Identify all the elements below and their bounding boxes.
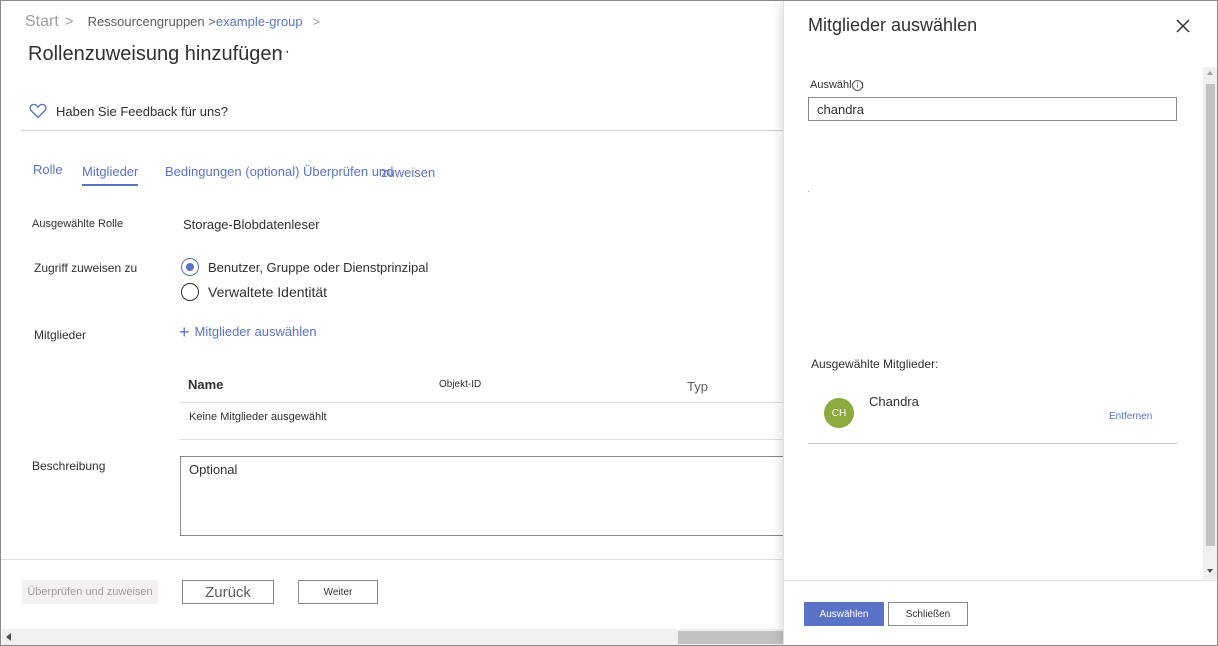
description-textarea[interactable]: Optional (180, 456, 795, 536)
select-button[interactable]: Auswählen (804, 602, 884, 626)
radio-user-group-principal[interactable]: Benutzer, Gruppe oder Dienstprinzipal (181, 258, 428, 276)
avatar: CH (824, 398, 854, 428)
select-members-label: Mitglieder auswählen (194, 324, 317, 339)
members-label: Mitglieder (34, 328, 87, 342)
select-members-link[interactable]: + Mitglieder auswählen (179, 321, 317, 342)
breadcrumb: Start > Ressourcengruppen > example-grou… (25, 13, 320, 31)
table-empty-message: Keine Mitglieder ausgewählt (189, 411, 327, 423)
column-header-type: Typ (687, 379, 708, 394)
table-bottom-divider (180, 439, 790, 440)
plus-icon: + (179, 321, 190, 342)
column-header-name: Name (188, 377, 224, 392)
list-item: CH Chandra Entfernen (808, 387, 1177, 444)
scrollbar-thumb[interactable] (1206, 84, 1215, 546)
remove-member-link[interactable]: Entfernen (1109, 411, 1152, 422)
page-title: Rollenzuweisung hinzufügen (28, 43, 283, 65)
radio-unchecked-icon (181, 283, 199, 301)
feedback-link[interactable]: Haben Sie Feedback für uns? (29, 103, 228, 119)
selected-role-label: Ausgewählte Rolle (32, 218, 124, 230)
panel-footer-divider (784, 580, 1217, 581)
tab-role[interactable]: Rolle (33, 162, 63, 177)
breadcrumb-start[interactable]: Start (25, 13, 59, 31)
close-icon[interactable] (1174, 17, 1192, 35)
more-options-button[interactable]: ··· (272, 43, 291, 61)
divider-dot (808, 191, 809, 192)
scroll-left-icon[interactable] (6, 633, 11, 641)
selected-role-value: Storage-Blobdatenleser (183, 217, 320, 232)
breadcrumb-chevron-icon: > (312, 14, 321, 29)
tab-review-assign[interactable]: zuweisen (381, 165, 435, 180)
info-icon[interactable]: i (852, 80, 863, 91)
assign-access-label: Zugriff zuweisen zu (34, 261, 138, 275)
panel-title: Mitglieder auswählen (808, 15, 978, 35)
review-assign-button[interactable]: Überprüfen und zuweisen (22, 580, 158, 604)
scroll-up-icon[interactable] (1207, 71, 1213, 75)
divider (21, 130, 801, 131)
heart-icon (29, 103, 47, 119)
feedback-label: Haben Sie Feedback für uns? (56, 103, 228, 119)
radio-user-label: Benutzer, Gruppe oder Dienstprinzipal (208, 259, 429, 275)
window: Start > Ressourcengruppen > example-grou… (0, 0, 1218, 646)
select-members-panel: Mitglieder auswählen Auswählen i Ausgewä… (783, 1, 1217, 645)
close-button[interactable]: Schließen (888, 602, 968, 626)
breadcrumb-resource-groups[interactable]: Ressourcengruppen > (88, 14, 216, 29)
column-header-object-id: Objekt-ID (439, 379, 482, 390)
vertical-scrollbar[interactable] (1203, 67, 1217, 579)
table-header-divider (180, 402, 790, 403)
tab-members[interactable]: Mitglieder (82, 164, 139, 186)
search-input[interactable] (808, 97, 1177, 121)
radio-managed-identity[interactable]: Verwaltete Identität (181, 283, 327, 301)
back-button[interactable]: Zurück (182, 580, 274, 604)
horizontal-scrollbar[interactable] (2, 629, 786, 645)
next-button[interactable]: Weiter (298, 580, 378, 604)
selected-members-label: Ausgewählte Mitglieder: (811, 357, 939, 371)
radio-checked-icon (181, 258, 199, 276)
scroll-down-icon[interactable] (1207, 569, 1213, 573)
breadcrumb-example-group[interactable]: example-group (216, 14, 303, 29)
description-label: Beschreibung (32, 459, 106, 473)
scrollbar-thumb[interactable] (678, 631, 786, 644)
breadcrumb-separator: > (64, 13, 74, 30)
footer-divider (1, 559, 786, 560)
radio-managed-label: Verwaltete Identität (208, 284, 328, 300)
member-name: Chandra (869, 394, 919, 409)
tab-conditions[interactable]: Bedingungen (optional) Überprüfen und (165, 164, 393, 179)
